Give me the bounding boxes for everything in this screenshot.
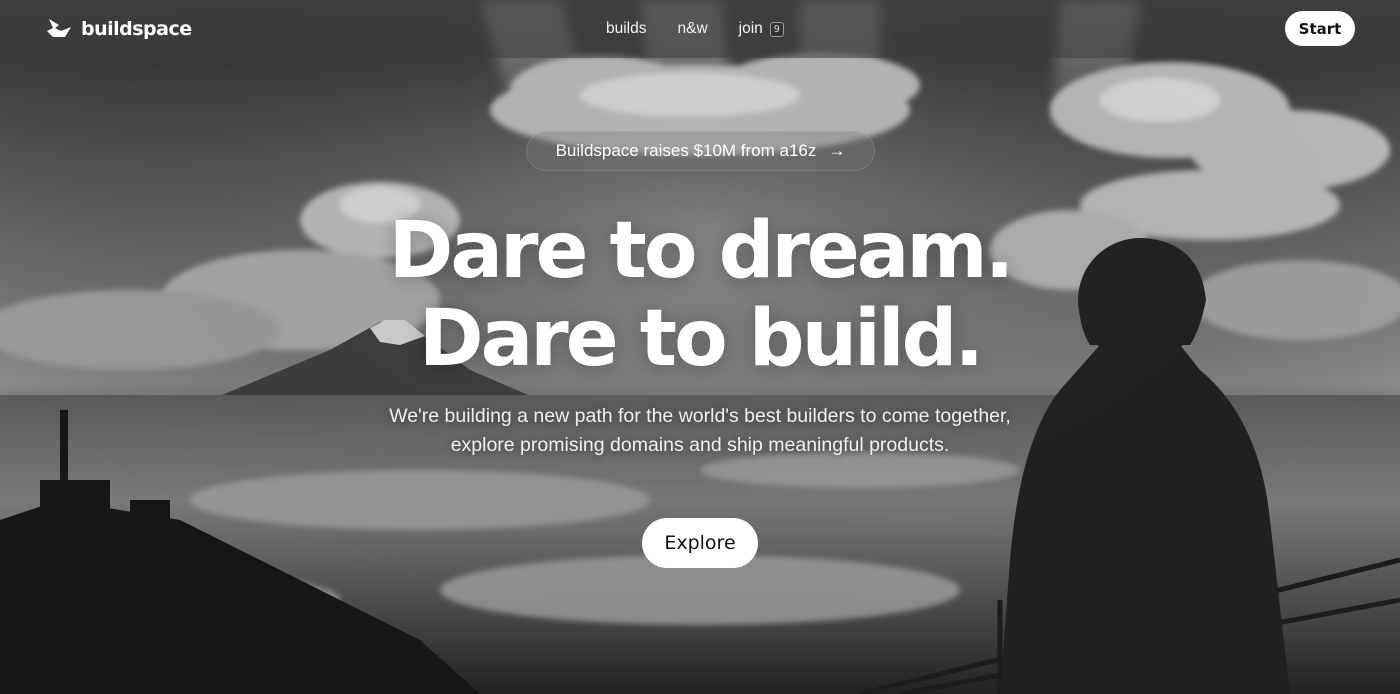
top-navigation-bar: buildspace builds n&w join 9 Start (0, 0, 1400, 58)
start-button[interactable]: Start (1285, 11, 1355, 46)
join-count-badge: 9 (769, 21, 784, 37)
nav-link-join-label[interactable]: join (739, 20, 763, 38)
nav-link-nw[interactable]: n&w (678, 20, 708, 38)
main-nav: builds n&w join 9 (606, 20, 784, 38)
announcement-text: Buildspace raises $10M from a16z (555, 141, 817, 160)
brand-logo[interactable]: buildspace (45, 17, 192, 41)
nav-link-builds[interactable]: builds (606, 20, 647, 38)
headline-line-1: Dare to dream. (388, 206, 1015, 296)
hero-section: buildspace builds n&w join 9 Start Build… (0, 0, 1400, 694)
arrow-right-icon: → (828, 141, 846, 160)
hero-headline: Dare to dream. Dare to build. (0, 207, 1400, 383)
subtext-line-2: explore promising domains and ship meani… (450, 434, 950, 456)
hero-subtext: We're building a new path for the world'… (0, 402, 1400, 460)
nav-link-join[interactable]: join 9 (739, 20, 784, 38)
brand-name: buildspace (81, 18, 192, 40)
buildspace-logo-icon (47, 19, 71, 37)
explore-button[interactable]: Explore (642, 518, 758, 568)
headline-line-2: Dare to build. (418, 294, 984, 384)
announcement-pill[interactable]: Buildspace raises $10M from a16z → (526, 131, 875, 171)
subtext-line-1: We're building a new path for the world'… (389, 405, 1011, 427)
